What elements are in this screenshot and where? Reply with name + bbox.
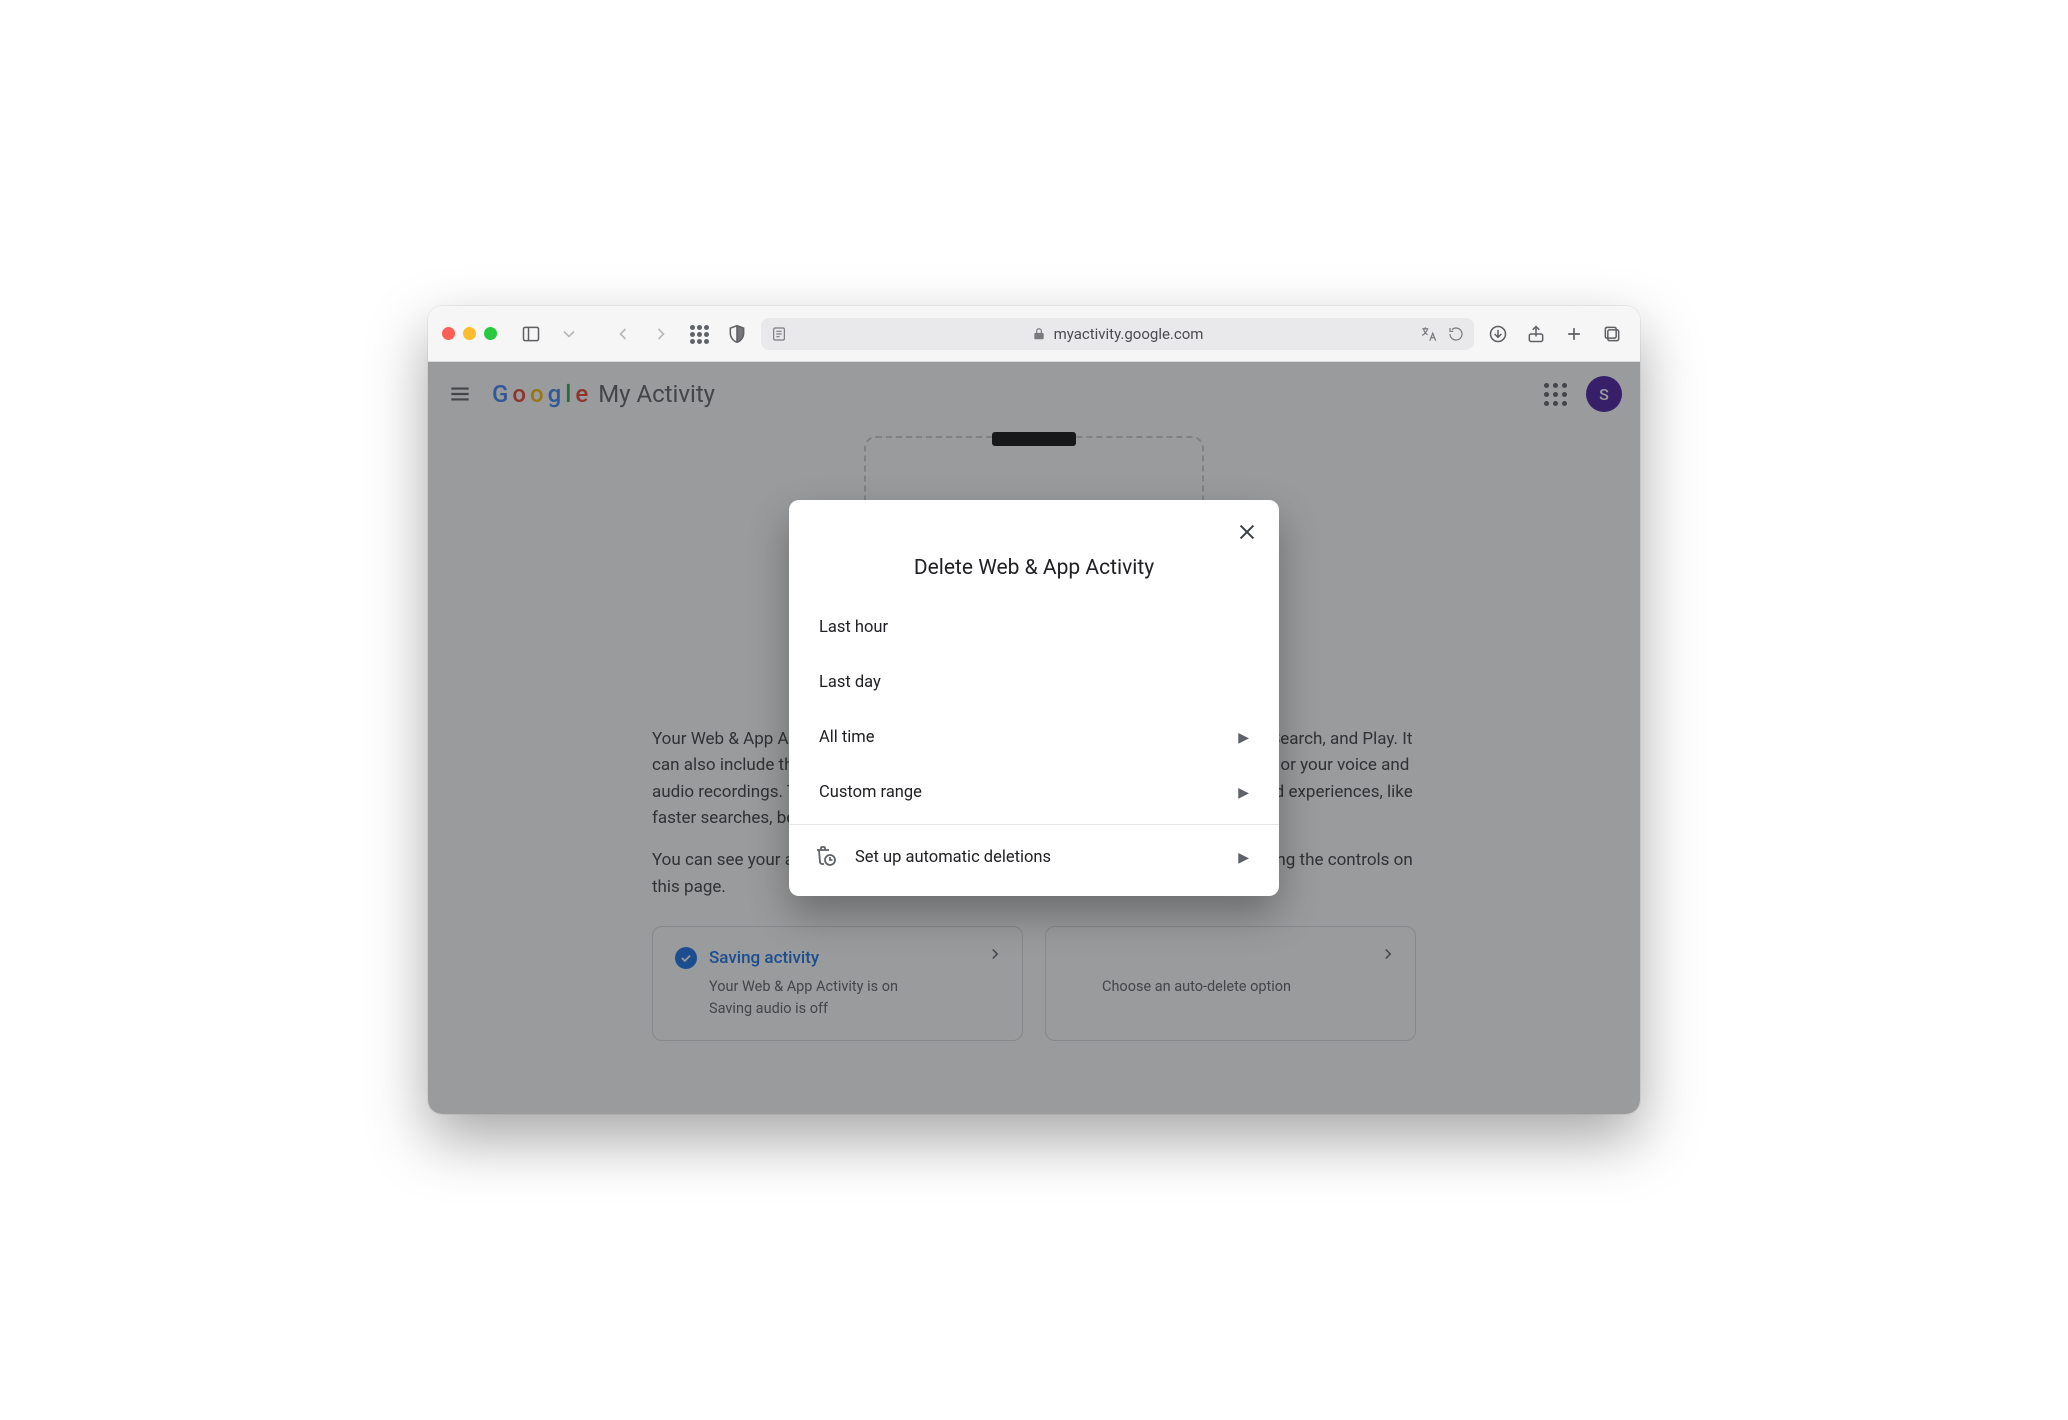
option-label: Custom range — [819, 783, 922, 802]
minimize-window-button[interactable] — [463, 327, 476, 340]
option-label: Last day — [819, 673, 881, 692]
lock-icon — [1032, 327, 1046, 341]
dialog-title: Delete Web & App Activity — [789, 500, 1279, 600]
maximize-window-button[interactable] — [484, 327, 497, 340]
back-button[interactable] — [609, 320, 637, 348]
option-all-time[interactable]: All time ▶ — [789, 710, 1279, 765]
page-content: Google My Activity S Your Web & App Acti… — [428, 362, 1640, 1114]
option-custom-range[interactable]: Custom range ▶ — [789, 765, 1279, 820]
close-icon[interactable] — [1229, 514, 1265, 550]
share-icon[interactable] — [1522, 320, 1550, 348]
forward-button[interactable] — [647, 320, 675, 348]
option-auto-deletions[interactable]: Set up automatic deletions ▶ — [789, 825, 1279, 890]
option-label: All time — [819, 728, 875, 747]
chevron-down-icon[interactable] — [555, 320, 583, 348]
browser-window: myactivity.google.com — [428, 306, 1640, 1114]
close-window-button[interactable] — [442, 327, 455, 340]
address-bar-text: myactivity.google.com — [1054, 325, 1204, 343]
reader-mode-icon[interactable] — [771, 326, 787, 342]
auto-delete-icon — [813, 843, 837, 872]
caret-right-icon: ▶ — [1238, 730, 1249, 746]
privacy-shield-icon[interactable] — [723, 320, 751, 348]
sidebar-toggle-icon[interactable] — [517, 320, 545, 348]
new-tab-icon[interactable] — [1560, 320, 1588, 348]
browser-toolbar: myactivity.google.com — [428, 306, 1640, 362]
caret-right-icon: ▶ — [1238, 850, 1249, 866]
downloads-icon[interactable] — [1484, 320, 1512, 348]
tabs-overview-icon[interactable] — [1598, 320, 1626, 348]
option-last-hour[interactable]: Last hour — [789, 600, 1279, 655]
delete-activity-dialog: Delete Web & App Activity Last hour Last… — [789, 500, 1279, 896]
translate-icon[interactable] — [1420, 325, 1438, 343]
window-controls — [442, 327, 497, 340]
caret-right-icon: ▶ — [1238, 785, 1249, 801]
reload-icon[interactable] — [1448, 326, 1464, 342]
start-page-icon[interactable] — [685, 320, 713, 348]
address-bar[interactable]: myactivity.google.com — [761, 318, 1474, 350]
option-label: Last hour — [819, 618, 888, 637]
option-last-day[interactable]: Last day — [789, 655, 1279, 710]
option-label: Set up automatic deletions — [855, 848, 1220, 867]
